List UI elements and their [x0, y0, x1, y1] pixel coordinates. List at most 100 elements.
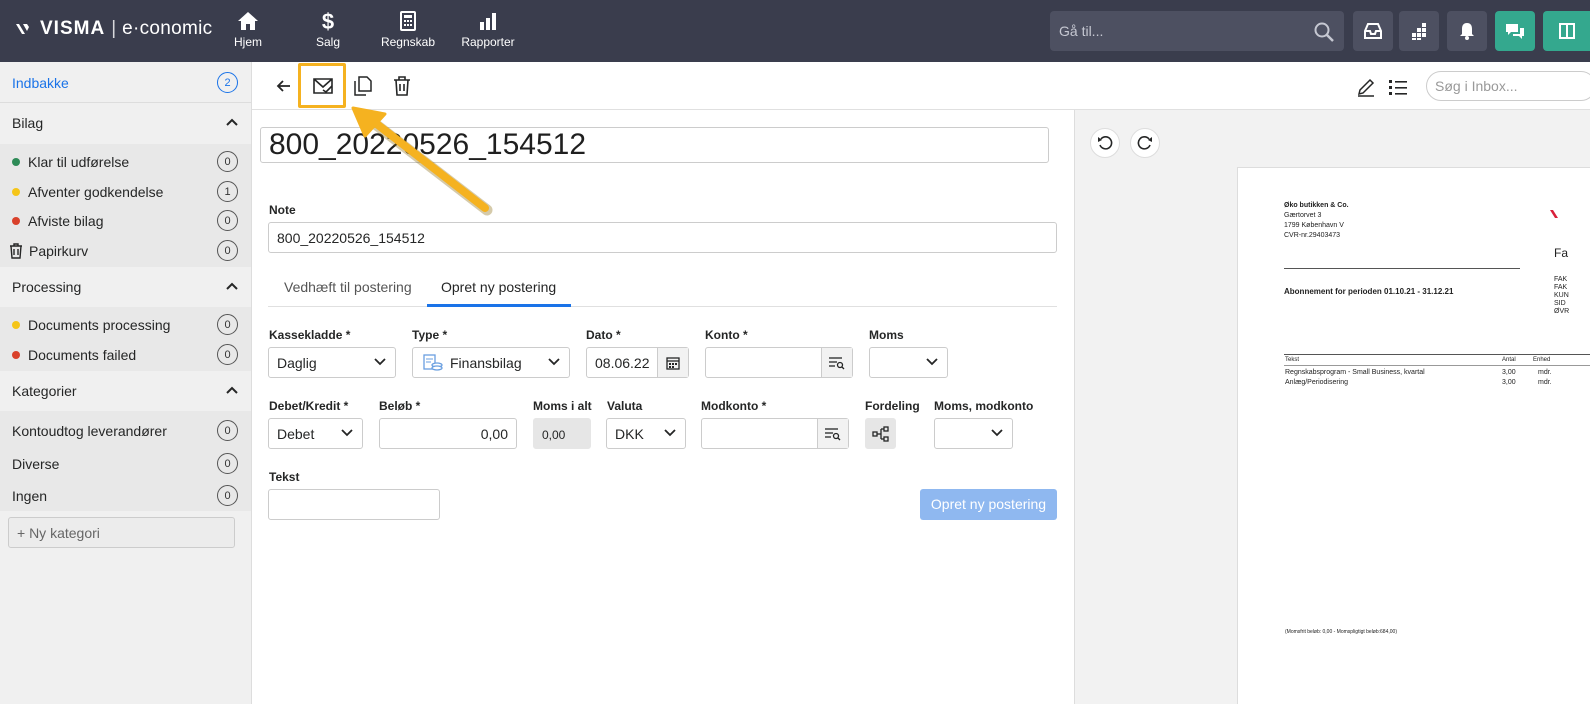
- fordeling-button[interactable]: [865, 418, 896, 449]
- tab-divider: [268, 306, 1057, 307]
- inbox-tray-icon: [1364, 23, 1382, 39]
- kassekladde-select[interactable]: Daglig: [268, 347, 396, 378]
- sidebar-item-indbakke[interactable]: Indbakke 2: [0, 68, 250, 97]
- tab-vedhaeft[interactable]: Vedhæft til postering: [284, 279, 412, 295]
- section-header-bilag[interactable]: Bilag: [0, 104, 250, 142]
- distribution-tree-icon: [871, 425, 889, 442]
- invoice-page: Øko butikken & Co. Gærtorvet 3 1799 Købe…: [1237, 167, 1590, 704]
- modkonto-lookup-button[interactable]: [817, 419, 848, 448]
- type-value: Finansbilag: [450, 355, 522, 371]
- sidebar-item-klar[interactable]: Klar til udførelse 0: [0, 147, 250, 176]
- apps-button[interactable]: [1399, 11, 1439, 51]
- sidebar-item-label: Afventer godkendelse: [28, 183, 164, 200]
- copy-button[interactable]: [350, 72, 376, 100]
- sidebar-item-label: Ingen: [12, 487, 48, 504]
- valuta-label: Valuta: [607, 399, 643, 413]
- product-name: e·conomic: [122, 18, 213, 39]
- nav-salg[interactable]: $ Salg: [288, 10, 368, 49]
- nav-hjem[interactable]: Hjem: [208, 10, 288, 49]
- modkonto-label: Modkonto *: [701, 399, 767, 413]
- status-dot: [12, 187, 20, 196]
- type-select[interactable]: Finansbilag: [412, 347, 570, 378]
- rotate-right-button[interactable]: [1130, 128, 1160, 158]
- invoice-row-text: Regnskabsprogram - Small Business, kvart…: [1285, 369, 1425, 376]
- count-badge: 0: [217, 314, 238, 335]
- sidebar-item-documents-failed[interactable]: Documents failed 0: [0, 340, 250, 369]
- chat-button[interactable]: [1495, 11, 1535, 51]
- pencil-icon: [1357, 78, 1375, 97]
- rotate-left-button[interactable]: [1090, 128, 1120, 158]
- invoice-row-unit: mdr.: [1538, 369, 1552, 376]
- beloeb-input[interactable]: 0,00: [379, 418, 517, 449]
- copy-icon: [354, 76, 372, 96]
- list-search-icon: [825, 427, 841, 440]
- grid-apps-icon: [1412, 23, 1426, 40]
- chevron-down-icon: [374, 358, 386, 366]
- chevron-up-icon: [226, 118, 238, 126]
- beloeb-value: 0,00: [480, 426, 508, 442]
- invoice-city: 1799 København V: [1284, 222, 1344, 229]
- invoice-row-unit: mdr.: [1538, 379, 1552, 386]
- sidebar-item-label: Documents processing: [28, 316, 171, 333]
- valuta-value: DKK: [615, 426, 644, 442]
- status-dot: [12, 320, 20, 329]
- sidebar-item-kontoudtog[interactable]: Kontoudtog leverandører 0: [0, 416, 250, 445]
- status-dot: [12, 157, 20, 166]
- dato-input[interactable]: 08.06.22: [586, 347, 689, 378]
- sidebar-item-afventer[interactable]: Afventer godkendelse 1: [0, 177, 250, 206]
- app-logo[interactable]: VISMA | e·conomic: [16, 18, 212, 40]
- section-header-processing[interactable]: Processing: [0, 268, 250, 306]
- book-icon: [1558, 23, 1575, 39]
- inbox-search-input[interactable]: Søg i Inbox...: [1426, 71, 1590, 101]
- count-badge: 2: [217, 72, 238, 93]
- konto-lookup-button[interactable]: [821, 348, 852, 377]
- invoice-divider: [1284, 268, 1520, 269]
- new-category-button[interactable]: + Ny kategori: [8, 517, 235, 548]
- sidebar-item-afviste[interactable]: Afviste bilag 0: [0, 206, 250, 235]
- edit-button[interactable]: [1353, 74, 1379, 100]
- search-icon[interactable]: [1313, 21, 1335, 43]
- count-badge: 0: [217, 240, 238, 261]
- sidebar-item-ingen[interactable]: Ingen 0: [0, 481, 250, 510]
- notifications-button[interactable]: [1447, 11, 1487, 51]
- sidebar-item-documents-processing[interactable]: Documents processing 0: [0, 310, 250, 339]
- modkonto-input[interactable]: [701, 418, 849, 449]
- trash-icon: [394, 76, 410, 96]
- valuta-select[interactable]: DKK: [606, 418, 686, 449]
- rotate-left-icon: [1098, 136, 1113, 150]
- moms-modkonto-select[interactable]: [934, 418, 1013, 449]
- trash-icon: [10, 242, 22, 259]
- list-view-button[interactable]: [1385, 74, 1411, 100]
- chat-icon: [1506, 24, 1524, 39]
- nav-label: Salg: [315, 35, 341, 49]
- tab-opret[interactable]: Opret ny postering: [441, 279, 556, 295]
- invoice-table-rule: [1284, 365, 1590, 366]
- calendar-button[interactable]: [657, 348, 688, 377]
- svg-text:$: $: [322, 10, 334, 32]
- home-icon: [238, 12, 258, 30]
- invoice-col-header: Enhed: [1533, 357, 1551, 363]
- debetkredit-select[interactable]: Debet: [268, 418, 363, 449]
- tekst-label: Tekst: [269, 470, 300, 484]
- status-dot: [12, 216, 20, 225]
- inbox-tray-button[interactable]: [1353, 11, 1393, 51]
- invoice-row-qty: 3,00: [1502, 369, 1516, 376]
- chevron-down-icon: [341, 429, 353, 437]
- annotation-arrow: [351, 106, 493, 216]
- sidebar-item-diverse[interactable]: Diverse 0: [0, 449, 250, 478]
- create-posting-button[interactable]: Opret ny postering: [920, 489, 1057, 520]
- moms-select[interactable]: [869, 347, 948, 378]
- section-header-kategorier[interactable]: Kategorier: [0, 372, 250, 410]
- sidebar-item-label: Afviste bilag: [28, 212, 104, 229]
- chevron-down-icon: [926, 358, 938, 366]
- nav-regnskab[interactable]: Regnskab: [368, 10, 448, 49]
- delete-button[interactable]: [389, 72, 415, 100]
- help-book-button[interactable]: [1543, 11, 1590, 51]
- sidebar-item-papirkurv[interactable]: Papirkurv 0: [0, 236, 250, 265]
- goto-search-input[interactable]: Gå til...: [1050, 11, 1344, 51]
- back-button[interactable]: [272, 74, 296, 98]
- konto-input[interactable]: [705, 347, 853, 378]
- nav-rapporter[interactable]: Rapporter: [448, 10, 528, 49]
- invoice-right-line: FAK: [1554, 276, 1568, 283]
- tekst-input[interactable]: [268, 489, 440, 520]
